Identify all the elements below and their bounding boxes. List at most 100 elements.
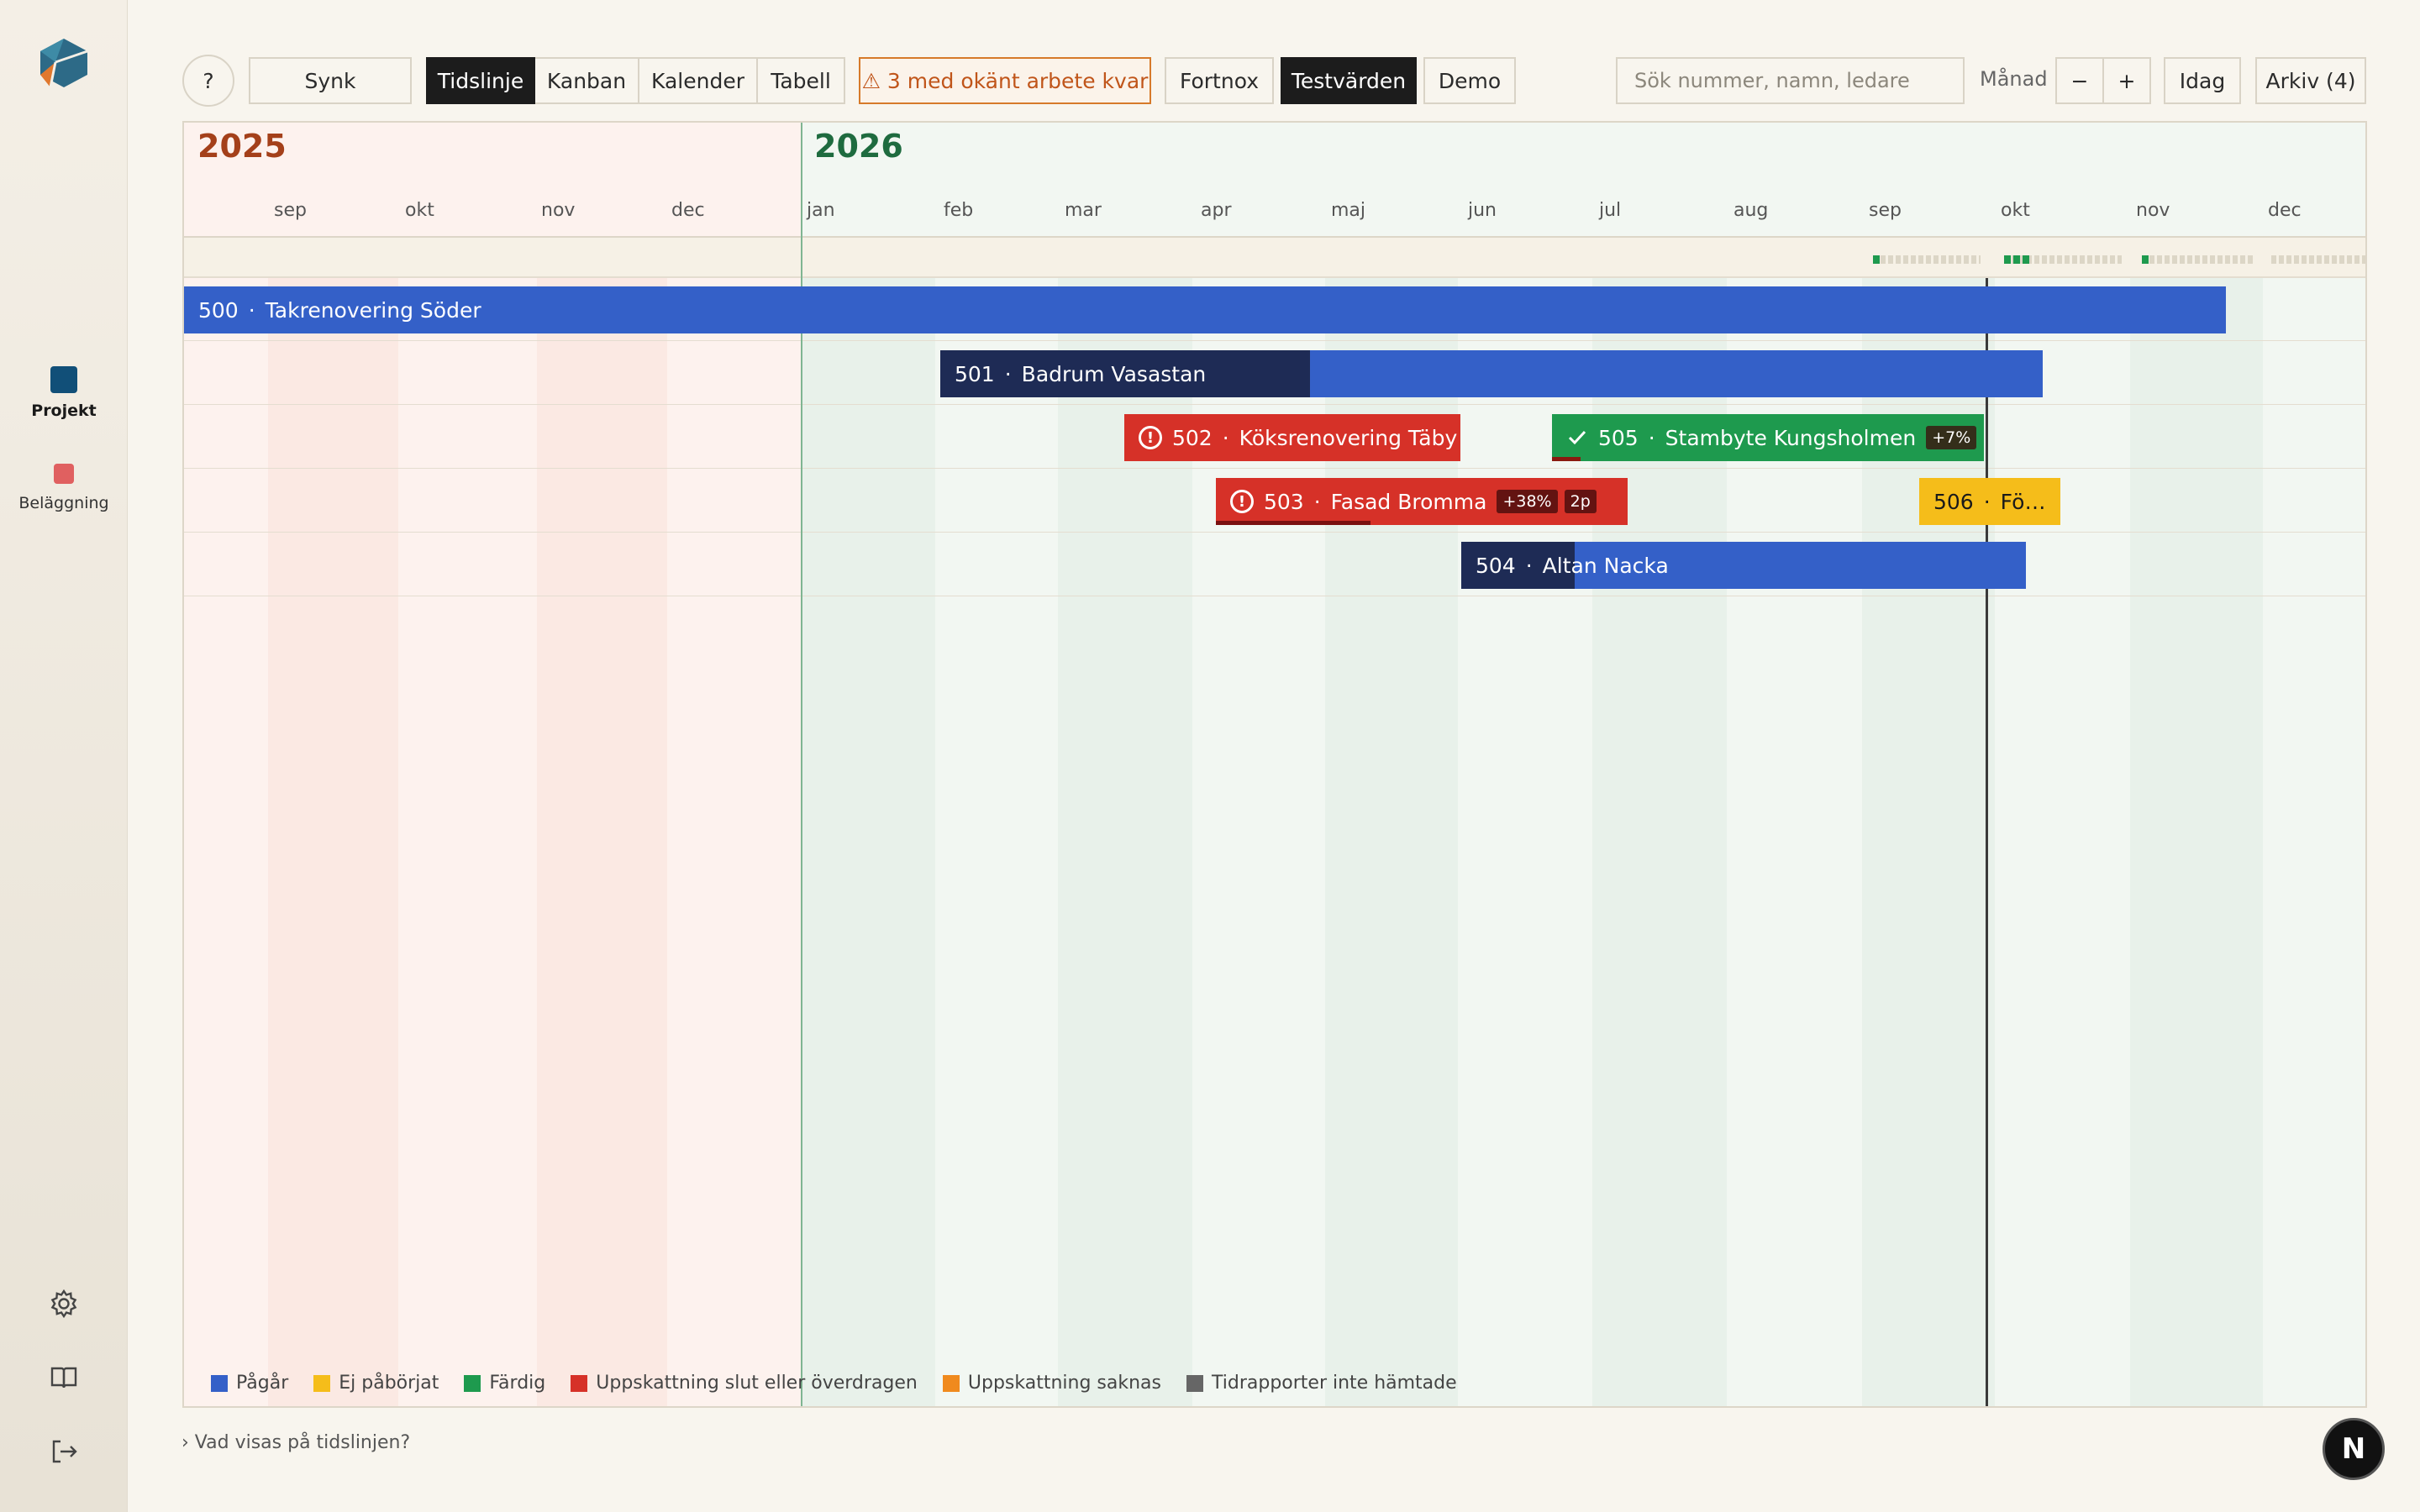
legend-swatch (211, 1374, 228, 1392)
legend-item: Uppskattning saknas (942, 1373, 1161, 1394)
archive-button[interactable]: Arkiv (4) (2255, 57, 2366, 104)
sidebar: Projekt Beläggning (0, 0, 128, 1512)
logout-icon[interactable] (47, 1435, 81, 1468)
month-stripe (1058, 236, 1192, 1406)
separator-dot: · (248, 297, 255, 323)
tab-kalender[interactable]: Kalender (639, 57, 758, 104)
demo-button[interactable]: Demo (1423, 57, 1516, 104)
month-label: feb (944, 200, 974, 221)
capacity-fill (2142, 255, 2149, 264)
month-label: jul (1599, 200, 1622, 221)
legend-item: Pågår (211, 1373, 288, 1394)
separator-dot: · (1525, 553, 1533, 578)
capacity-indicator (2271, 255, 2365, 264)
testvarden-button[interactable]: Testvärden (1281, 57, 1417, 104)
month-stripe (268, 236, 398, 1406)
scale-label: Månad (1980, 67, 2048, 91)
sidebar-item-projekt[interactable]: Projekt (0, 366, 128, 420)
progress-indicator (1552, 457, 1581, 461)
user-avatar-button[interactable]: N (2323, 1418, 2385, 1480)
legend-label: Uppskattning slut eller överdragen (596, 1373, 918, 1394)
month-label: nov (2136, 200, 2170, 221)
overrun-badge: +7% (1926, 426, 1977, 449)
sidebar-item-belaggning[interactable]: Beläggning (0, 464, 128, 512)
project-number: 501 (955, 361, 995, 386)
month-label: maj (1331, 200, 1366, 221)
legend-item: Tidrapporter inte hämtade (1186, 1373, 1457, 1394)
legend-label: Ej påbörjat (339, 1373, 439, 1394)
project-bar-500[interactable]: 500 · Takrenovering Söder (184, 286, 2226, 333)
project-number: 505 (1598, 425, 1639, 450)
legend-swatch (313, 1374, 331, 1392)
timeline-help-link[interactable]: › Vad visas på tidslinjen? (182, 1432, 410, 1453)
today-line (1986, 278, 1988, 1406)
month-label: mar (1065, 200, 1102, 221)
month-label: apr (1201, 200, 1232, 221)
project-bar-506[interactable]: 506 · Fö… (1919, 478, 2060, 525)
separator-dot: · (1004, 361, 1012, 386)
project-bar-504[interactable]: 504 · Altan Nacka (1461, 542, 2026, 589)
project-name: Altan Nacka (1542, 553, 1669, 578)
check-icon (1568, 430, 1586, 445)
month-label: jan (807, 200, 835, 221)
month-stripe (802, 236, 935, 1406)
month-label: dec (2268, 200, 2302, 221)
capacity-fill (2004, 255, 2031, 264)
overrun-badge: +38% (1497, 490, 1558, 513)
project-bar-503[interactable]: ! 503 · Fasad Bromma +38% 2p (1216, 478, 1628, 525)
project-name: Stambyte Kungsholmen (1665, 425, 1917, 450)
separator-dot: · (1313, 489, 1321, 514)
legend-swatch (942, 1374, 960, 1392)
row-divider (184, 340, 2365, 341)
month-stripe (537, 236, 667, 1406)
separator-dot: · (1222, 425, 1229, 450)
sync-button[interactable]: Synk (249, 57, 412, 104)
gear-icon[interactable] (47, 1287, 81, 1320)
sidebar-item-label: Beläggning (18, 494, 109, 512)
month-stripe (1325, 236, 1458, 1406)
separator-dot: · (1648, 425, 1655, 450)
legend-item: Färdig (464, 1373, 545, 1394)
tab-kanban[interactable]: Kanban (535, 57, 639, 104)
fortnox-button[interactable]: Fortnox (1165, 57, 1274, 104)
month-label: okt (2001, 200, 2030, 221)
month-label: dec (671, 200, 705, 221)
project-number: 504 (1476, 553, 1516, 578)
month-label: okt (405, 200, 434, 221)
legend-swatch (1186, 1374, 1203, 1392)
help-button[interactable]: ? (182, 55, 234, 107)
zoom-in-button[interactable]: + (2102, 57, 2151, 104)
separator-dot: · (1983, 489, 1991, 514)
project-name: Takrenovering Söder (265, 297, 481, 323)
month-label: jun (1468, 200, 1497, 221)
book-icon[interactable] (47, 1361, 81, 1394)
project-bar-502[interactable]: ! 502 · Köksrenovering Täby (1124, 414, 1460, 461)
month-label: nov (541, 200, 576, 221)
belaggning-icon (54, 464, 74, 484)
unknown-work-warning-button[interactable]: ⚠ 3 med okänt arbete kvar (859, 57, 1151, 104)
projekt-icon (50, 366, 77, 393)
app-logo-icon[interactable] (35, 37, 92, 89)
zoom-out-button[interactable]: − (2055, 57, 2104, 104)
row-divider (184, 532, 2365, 533)
capacity-fill (1873, 255, 1880, 264)
year-label: 2025 (197, 128, 287, 165)
progress-indicator (1216, 521, 1370, 525)
project-bar-505[interactable]: 505 · Stambyte Kungsholmen +7% (1552, 414, 1984, 461)
legend-item: Ej påbörjat (313, 1373, 439, 1394)
month-label: aug (1733, 200, 1769, 221)
search-input[interactable] (1616, 57, 1965, 104)
status-legend: Pågår Ej påbörjat Färdig Uppskattning sl… (211, 1373, 1457, 1394)
people-badge: 2p (1564, 490, 1597, 513)
today-button[interactable]: Idag (2164, 57, 2241, 104)
legend-label: Pågår (236, 1373, 289, 1394)
legend-item: Uppskattning slut eller överdragen (571, 1373, 918, 1394)
project-name: Badrum Vasastan (1021, 361, 1207, 386)
project-bar-501[interactable]: 501 · Badrum Vasastan (940, 350, 2043, 397)
tab-tabell[interactable]: Tabell (758, 57, 845, 104)
project-number: 502 (1172, 425, 1213, 450)
tab-tidslinje[interactable]: Tidslinje (426, 57, 535, 104)
month-stripe (1592, 236, 1727, 1406)
project-number: 503 (1264, 489, 1304, 514)
year-label: 2026 (814, 128, 903, 165)
